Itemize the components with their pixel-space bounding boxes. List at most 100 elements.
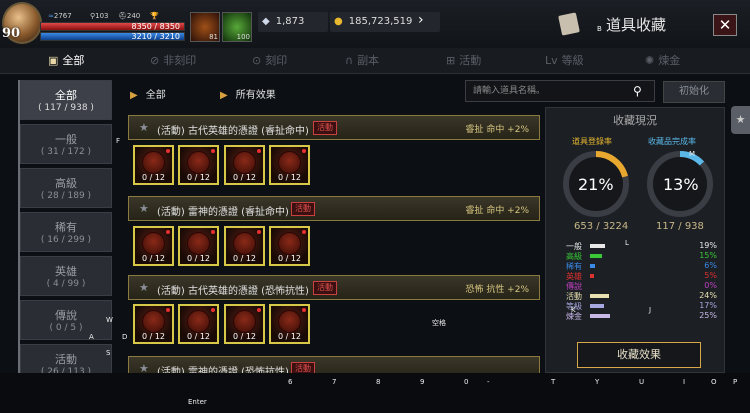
item-orb-icon bbox=[187, 151, 210, 174]
collection-item-card[interactable]: 0 / 12 bbox=[133, 145, 174, 185]
item-orb-icon bbox=[187, 232, 210, 255]
alert-dot bbox=[166, 308, 170, 312]
legend-percent: 15% bbox=[699, 251, 717, 260]
breadcrumb-first[interactable]: ▶ 全部 bbox=[130, 86, 166, 101]
key-hint: 6 bbox=[288, 378, 293, 386]
collection-item-card[interactable]: 0 / 12 bbox=[133, 226, 174, 266]
trophy-icon: 🏆 bbox=[150, 12, 159, 20]
category-common[interactable]: 一般( 31 / 172 ) bbox=[20, 124, 112, 164]
alert-dot bbox=[257, 149, 261, 153]
search-input[interactable]: 請輸入道具名稱。 bbox=[465, 80, 655, 102]
top-hud: 90 ≈2767 ⚲103 ⛑240 🏆 8350 / 8350 3210 / … bbox=[0, 0, 750, 48]
search-icon[interactable]: ⚲ bbox=[633, 84, 642, 98]
legend-percent: 17% bbox=[699, 301, 717, 310]
tab-alchemy[interactable]: ✺ 煉金 bbox=[645, 48, 680, 74]
key-hint: Y bbox=[595, 378, 600, 386]
close-button[interactable]: ✕ bbox=[713, 14, 737, 36]
side-star-tab[interactable]: ★ bbox=[731, 106, 750, 134]
collection-item-card[interactable]: 0 / 12 bbox=[178, 145, 219, 185]
legend-bar bbox=[590, 294, 610, 298]
key-hint: 0 bbox=[464, 378, 469, 386]
tab-engraved[interactable]: ⊙ 刻印 bbox=[252, 48, 287, 74]
scroll-icon: ▣ bbox=[48, 54, 59, 67]
mp-bar: 3210 / 3210 bbox=[40, 32, 185, 41]
collection-item-card[interactable]: 0 / 12 bbox=[133, 304, 174, 344]
key-hint: 7 bbox=[332, 378, 337, 386]
potion-slot[interactable]: 81 bbox=[190, 12, 220, 42]
key-hint: T bbox=[551, 378, 556, 386]
tab-all[interactable]: ▣ 全部 bbox=[48, 48, 84, 74]
category-all[interactable]: 全部( 117 / 938 ) bbox=[20, 80, 112, 120]
collection-item-card[interactable]: 0 / 12 bbox=[269, 226, 310, 266]
tab-dungeon[interactable]: ∩ 副本 bbox=[345, 48, 379, 74]
category-legend[interactable]: 傳說( 0 / 5 ) bbox=[20, 300, 112, 340]
item-orb-icon bbox=[142, 310, 165, 333]
key-hint: F bbox=[116, 137, 121, 145]
collection-item-card[interactable]: 0 / 12 bbox=[224, 304, 265, 344]
item-orb-icon bbox=[278, 310, 301, 333]
collection-item-card[interactable]: 0 / 12 bbox=[224, 145, 265, 185]
legend-bar bbox=[590, 264, 595, 268]
collection-group-header[interactable]: ★ (活動) 古代英雄的憑證 (恐怖抗性) 活動 恐怖 抗性 +2% bbox=[128, 275, 540, 300]
combat-power: ≈2767 bbox=[48, 12, 72, 20]
legend-bar bbox=[590, 304, 604, 308]
status-title: 收藏現況 bbox=[613, 114, 657, 127]
alchemy-icon: ✺ bbox=[645, 54, 655, 67]
collection-list[interactable]: ★ (活動) 古代英雄的憑證 (睿扯命中) 活動 睿扯 命中 +2% 0 / 1… bbox=[128, 108, 540, 373]
event-tag: 活動 bbox=[313, 121, 337, 135]
category-advanced[interactable]: 高級( 28 / 189 ) bbox=[20, 168, 112, 208]
gold-coin-icon: ● bbox=[334, 16, 343, 27]
complete-rate-label: 收藏品完成率 bbox=[648, 137, 696, 146]
favorite-star-icon[interactable]: ★ bbox=[139, 202, 149, 215]
favorite-star-icon[interactable]: ★ bbox=[139, 362, 149, 373]
alert-dot bbox=[302, 230, 306, 234]
legend-row: 稀有 6% bbox=[566, 261, 721, 271]
item-orb-icon bbox=[278, 232, 301, 255]
key-hint: M bbox=[689, 150, 696, 158]
close-icon: ✕ bbox=[718, 16, 732, 34]
collection-item-card[interactable]: 0 / 12 bbox=[269, 145, 310, 185]
reset-button[interactable]: 初始化 bbox=[663, 81, 725, 103]
favorite-star-icon[interactable]: ★ bbox=[139, 121, 149, 134]
item-orb-icon bbox=[233, 232, 256, 255]
collection-group-header[interactable]: ★ (活動) 雷神的憑證 (恐怖抗性) 活動 bbox=[128, 356, 540, 373]
bottom-bar bbox=[0, 373, 750, 413]
collection-group-header[interactable]: ★ (活動) 古代英雄的憑證 (睿扯命中) 活動 睿扯 命中 +2% bbox=[128, 115, 540, 140]
leaf-slot[interactable]: 100 bbox=[222, 12, 252, 42]
collection-item-card[interactable]: 0 / 12 bbox=[178, 226, 219, 266]
key-hint: I bbox=[683, 378, 686, 386]
collection-group-header[interactable]: ★ (活動) 雷神的憑證 (睿扯命中) 活動 睿扯 命中 +2% bbox=[128, 196, 540, 221]
collection-status-panel: 收藏現況 道具登錄率 收藏品完成率 21% 13% 653 / 3224 117… bbox=[545, 107, 725, 373]
alert-dot bbox=[166, 230, 170, 234]
group-title: (活動) 古代英雄的憑證 (睿扯命中) bbox=[157, 126, 309, 137]
diamond-icon: ◆ bbox=[262, 16, 270, 27]
alert-dot bbox=[257, 308, 261, 312]
diamond-counter: ◆ 1,873 bbox=[258, 12, 328, 32]
tab-non-engraved[interactable]: ⊘ 非刻印 bbox=[150, 48, 196, 74]
tab-level[interactable]: Lv 等級 bbox=[545, 48, 584, 74]
collection-item-card[interactable]: 0 / 12 bbox=[224, 226, 265, 266]
level-icon: Lv bbox=[545, 54, 558, 67]
breadcrumb-second[interactable]: ▶ 所有效果 bbox=[220, 86, 276, 101]
favorite-star-icon[interactable]: ★ bbox=[139, 281, 149, 294]
collection-item-card[interactable]: 0 / 12 bbox=[269, 304, 310, 344]
legend-row: 活動 24% bbox=[566, 291, 721, 301]
collection-book-icon bbox=[558, 12, 580, 36]
tab-event[interactable]: ⊞ 活動 bbox=[446, 48, 481, 74]
chevron-right-icon[interactable]: › bbox=[418, 12, 424, 28]
category-event[interactable]: 活動( 26 / 113 ) bbox=[20, 344, 112, 377]
event-tag: 活動 bbox=[291, 362, 315, 373]
alert-dot bbox=[302, 149, 306, 153]
character-level: 90 bbox=[2, 26, 21, 41]
stat-3: ⛑240 bbox=[118, 12, 141, 20]
triangle-right-icon: ▶ bbox=[130, 90, 138, 101]
key-hint: Enter bbox=[188, 398, 207, 406]
complete-count: 117 / 938 bbox=[656, 221, 704, 232]
collection-effect-button[interactable]: 收藏效果 bbox=[577, 342, 701, 368]
category-rare[interactable]: 稀有( 16 / 299 ) bbox=[20, 212, 112, 252]
collection-item-card[interactable]: 0 / 12 bbox=[178, 304, 219, 344]
category-hero[interactable]: 英雄( 4 / 99 ) bbox=[20, 256, 112, 296]
key-hint: B bbox=[597, 25, 602, 33]
gift-icon: ⊞ bbox=[446, 54, 456, 67]
key-hint: - bbox=[487, 378, 490, 386]
